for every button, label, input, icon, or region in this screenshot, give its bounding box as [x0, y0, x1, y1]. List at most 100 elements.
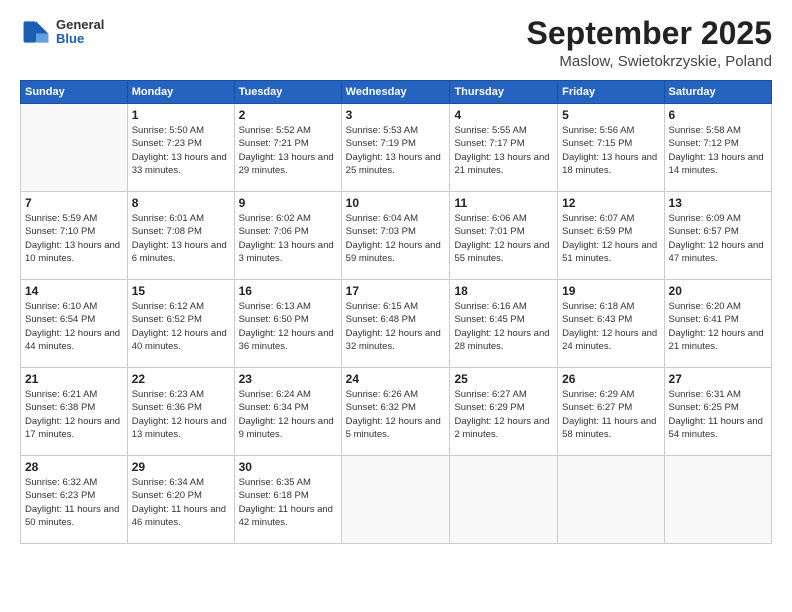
day-number: 12 [562, 196, 659, 210]
day-number: 30 [239, 460, 337, 474]
day-number: 10 [346, 196, 446, 210]
day-info: Sunrise: 6:23 AMSunset: 6:36 PMDaylight:… [132, 388, 230, 441]
day-info: Sunrise: 6:15 AMSunset: 6:48 PMDaylight:… [346, 300, 446, 353]
day-info: Sunrise: 6:01 AMSunset: 7:08 PMDaylight:… [132, 212, 230, 265]
day-number: 27 [669, 372, 767, 386]
day-number: 20 [669, 284, 767, 298]
table-row [21, 104, 128, 192]
day-number: 9 [239, 196, 337, 210]
logo-blue-text: Blue [56, 32, 104, 46]
table-row: 8 Sunrise: 6:01 AMSunset: 7:08 PMDaylight… [127, 192, 234, 280]
day-info: Sunrise: 6:13 AMSunset: 6:50 PMDaylight:… [239, 300, 337, 353]
table-row: 26 Sunrise: 6:29 AMSunset: 6:27 PMDayligh… [558, 368, 664, 456]
table-row: 27 Sunrise: 6:31 AMSunset: 6:25 PMDayligh… [664, 368, 771, 456]
table-row: 17 Sunrise: 6:15 AMSunset: 6:48 PMDayligh… [341, 280, 450, 368]
day-number: 7 [25, 196, 123, 210]
calendar-table: Sunday Monday Tuesday Wednesday Thursday… [20, 80, 772, 544]
table-row: 5 Sunrise: 5:56 AMSunset: 7:15 PMDaylight… [558, 104, 664, 192]
day-info: Sunrise: 6:34 AMSunset: 6:20 PMDaylight:… [132, 476, 230, 529]
day-info: Sunrise: 6:06 AMSunset: 7:01 PMDaylight:… [454, 212, 553, 265]
day-info: Sunrise: 6:16 AMSunset: 6:45 PMDaylight:… [454, 300, 553, 353]
table-row [341, 456, 450, 544]
table-row: 1Sunrise: 5:50 AMSunset: 7:23 PMDaylight… [127, 104, 234, 192]
day-info: Sunrise: 5:52 AMSunset: 7:21 PMDaylight:… [239, 124, 337, 177]
day-info: Sunrise: 6:32 AMSunset: 6:23 PMDaylight:… [25, 476, 123, 529]
day-number: 5 [562, 108, 659, 122]
day-info: Sunrise: 6:02 AMSunset: 7:06 PMDaylight:… [239, 212, 337, 265]
table-row: 28 Sunrise: 6:32 AMSunset: 6:23 PMDayligh… [21, 456, 128, 544]
table-row: 13Sunrise: 6:09 AMSunset: 6:57 PMDayligh… [664, 192, 771, 280]
table-row: 14 Sunrise: 6:10 AMSunset: 6:54 PMDayligh… [21, 280, 128, 368]
day-number: 29 [132, 460, 230, 474]
day-info: Sunrise: 6:10 AMSunset: 6:54 PMDaylight:… [25, 300, 123, 353]
day-number: 8 [132, 196, 230, 210]
day-info: Sunrise: 6:35 AMSunset: 6:18 PMDaylight:… [239, 476, 337, 529]
week-row-2: 7 Sunrise: 5:59 AMSunset: 7:10 PMDaylight… [21, 192, 772, 280]
day-number: 2 [239, 108, 337, 122]
table-row: 22 Sunrise: 6:23 AMSunset: 6:36 PMDayligh… [127, 368, 234, 456]
day-number: 6 [669, 108, 767, 122]
col-tuesday: Tuesday [234, 81, 341, 104]
logo-text: General Blue [56, 18, 104, 47]
day-info: Sunrise: 5:58 AMSunset: 7:12 PMDaylight:… [669, 124, 767, 177]
title-block: September 2025 Maslow, Swietokrzyskie, P… [527, 16, 772, 70]
table-row: 29 Sunrise: 6:34 AMSunset: 6:20 PMDayligh… [127, 456, 234, 544]
logo-icon [20, 16, 52, 48]
day-info: Sunrise: 6:24 AMSunset: 6:34 PMDaylight:… [239, 388, 337, 441]
table-row: 9 Sunrise: 6:02 AMSunset: 7:06 PMDaylight… [234, 192, 341, 280]
day-number: 18 [454, 284, 553, 298]
day-number: 11 [454, 196, 553, 210]
calendar-location: Maslow, Swietokrzyskie, Poland [527, 53, 772, 70]
table-row: 19Sunrise: 6:18 AMSunset: 6:43 PMDayligh… [558, 280, 664, 368]
day-number: 1 [132, 108, 230, 122]
col-thursday: Thursday [450, 81, 558, 104]
table-row: 4 Sunrise: 5:55 AMSunset: 7:17 PMDaylight… [450, 104, 558, 192]
day-number: 14 [25, 284, 123, 298]
page-header: General Blue September 2025 Maslow, Swie… [20, 16, 772, 70]
day-info: Sunrise: 6:29 AMSunset: 6:27 PMDaylight:… [562, 388, 659, 441]
table-row: 3 Sunrise: 5:53 AMSunset: 7:19 PMDaylight… [341, 104, 450, 192]
logo-general-text: General [56, 18, 104, 32]
day-info: Sunrise: 6:12 AMSunset: 6:52 PMDaylight:… [132, 300, 230, 353]
table-row: 16 Sunrise: 6:13 AMSunset: 6:50 PMDayligh… [234, 280, 341, 368]
day-number: 24 [346, 372, 446, 386]
day-number: 22 [132, 372, 230, 386]
day-number: 15 [132, 284, 230, 298]
day-number: 25 [454, 372, 553, 386]
col-monday: Monday [127, 81, 234, 104]
week-row-4: 21 Sunrise: 6:21 AMSunset: 6:38 PMDayligh… [21, 368, 772, 456]
day-number: 26 [562, 372, 659, 386]
day-info: Sunrise: 6:31 AMSunset: 6:25 PMDaylight:… [669, 388, 767, 441]
table-row: 25Sunrise: 6:27 AMSunset: 6:29 PMDayligh… [450, 368, 558, 456]
table-row [450, 456, 558, 544]
day-info: Sunrise: 6:09 AMSunset: 6:57 PMDaylight:… [669, 212, 767, 265]
day-number: 3 [346, 108, 446, 122]
day-number: 21 [25, 372, 123, 386]
day-info: Sunrise: 6:20 AMSunset: 6:41 PMDaylight:… [669, 300, 767, 353]
table-row: 10Sunrise: 6:04 AMSunset: 7:03 PMDayligh… [341, 192, 450, 280]
day-number: 17 [346, 284, 446, 298]
table-row: 15 Sunrise: 6:12 AMSunset: 6:52 PMDayligh… [127, 280, 234, 368]
day-info: Sunrise: 5:53 AMSunset: 7:19 PMDaylight:… [346, 124, 446, 177]
week-row-3: 14 Sunrise: 6:10 AMSunset: 6:54 PMDayligh… [21, 280, 772, 368]
col-saturday: Saturday [664, 81, 771, 104]
logo: General Blue [20, 16, 104, 48]
table-row [664, 456, 771, 544]
day-number: 4 [454, 108, 553, 122]
day-number: 16 [239, 284, 337, 298]
day-info: Sunrise: 6:21 AMSunset: 6:38 PMDaylight:… [25, 388, 123, 441]
day-info: Sunrise: 5:56 AMSunset: 7:15 PMDaylight:… [562, 124, 659, 177]
col-sunday: Sunday [21, 81, 128, 104]
day-info: Sunrise: 5:55 AMSunset: 7:17 PMDaylight:… [454, 124, 553, 177]
table-row: 23Sunrise: 6:24 AMSunset: 6:34 PMDayligh… [234, 368, 341, 456]
table-row: 30 Sunrise: 6:35 AMSunset: 6:18 PMDayligh… [234, 456, 341, 544]
day-info: Sunrise: 6:07 AMSunset: 6:59 PMDaylight:… [562, 212, 659, 265]
table-row: 21 Sunrise: 6:21 AMSunset: 6:38 PMDayligh… [21, 368, 128, 456]
day-info: Sunrise: 5:59 AMSunset: 7:10 PMDaylight:… [25, 212, 123, 265]
week-row-5: 28 Sunrise: 6:32 AMSunset: 6:23 PMDayligh… [21, 456, 772, 544]
table-row: 11 Sunrise: 6:06 AMSunset: 7:01 PMDayligh… [450, 192, 558, 280]
table-row [558, 456, 664, 544]
table-row: 20 Sunrise: 6:20 AMSunset: 6:41 PMDayligh… [664, 280, 771, 368]
day-number: 28 [25, 460, 123, 474]
calendar-header-row: Sunday Monday Tuesday Wednesday Thursday… [21, 81, 772, 104]
